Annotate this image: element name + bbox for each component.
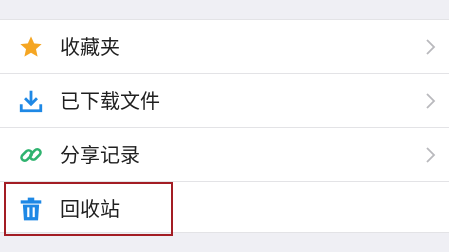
menu-list: 收藏夹 已下载文件 分享记录 回收站 bbox=[0, 19, 449, 233]
chevron-right-icon bbox=[425, 38, 437, 56]
chevron-right-icon bbox=[425, 92, 437, 110]
trash-icon bbox=[18, 196, 44, 222]
star-icon bbox=[18, 34, 44, 60]
menu-item-recycle-bin[interactable]: 回收站 bbox=[0, 182, 449, 236]
link-icon bbox=[18, 142, 44, 168]
download-icon bbox=[18, 88, 44, 114]
menu-item-favorites[interactable]: 收藏夹 bbox=[0, 20, 449, 74]
menu-item-share-history[interactable]: 分享记录 bbox=[0, 128, 449, 182]
menu-item-label: 回收站 bbox=[60, 197, 120, 221]
menu-item-downloads[interactable]: 已下载文件 bbox=[0, 74, 449, 128]
menu-item-label: 收藏夹 bbox=[60, 35, 120, 59]
chevron-right-icon bbox=[425, 146, 437, 164]
menu-item-label: 已下载文件 bbox=[60, 89, 160, 113]
menu-item-label: 分享记录 bbox=[60, 143, 140, 167]
